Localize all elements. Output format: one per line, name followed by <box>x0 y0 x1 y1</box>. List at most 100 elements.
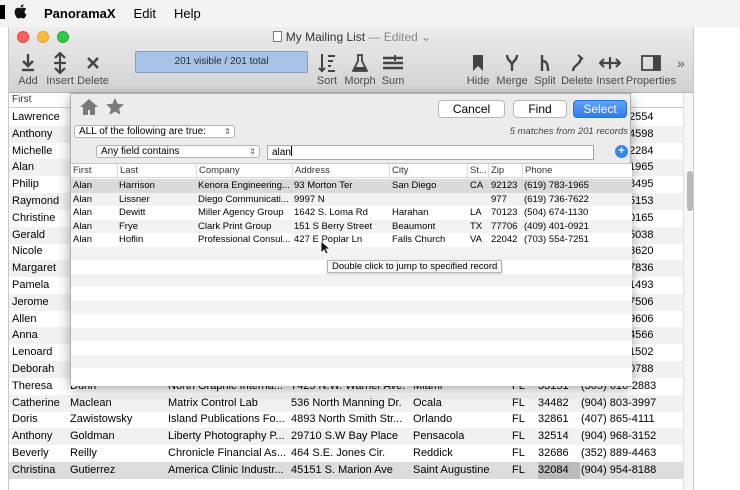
last-cell: Gutierrez <box>70 463 116 476</box>
phone-cell: 8495 <box>629 178 654 191</box>
morph-label: Morph <box>344 75 376 87</box>
insert-field-label: Insert <box>596 75 624 87</box>
result-phone-cell: (409) 401-0921 <box>524 220 589 232</box>
first-column-header[interactable]: First <box>12 94 31 105</box>
empty-row <box>71 246 632 260</box>
document-icon <box>272 31 282 42</box>
table-row[interactable]: Doris Zawistowsky Island Publications Fo..… <box>9 411 683 428</box>
add-label: Add <box>18 75 38 87</box>
first-cell: Deborah <box>12 363 55 375</box>
zip-cell: 32084 <box>538 461 580 479</box>
properties-label: Properties <box>625 75 677 87</box>
window-title-text: My Mailing List <box>285 30 366 44</box>
search-input-value: alan <box>272 147 291 158</box>
result-row[interactable]: Alan Lissner Diego Communicati... 9997 N 977… <box>71 192 632 206</box>
first-cell: Theresa <box>12 379 53 392</box>
city-cell: Saint Augustine <box>413 463 490 476</box>
text-caret <box>290 146 292 156</box>
first-cell: Nicole <box>12 245 43 258</box>
col-address[interactable]: Address <box>292 164 389 177</box>
result-city-cell: Harahan <box>392 207 429 218</box>
find-button[interactable]: Find <box>513 100 567 118</box>
result-phone-cell: (703) 554-7251 <box>524 234 589 245</box>
sum-button[interactable]: Sum <box>372 49 414 87</box>
phone-cell: 8620 <box>629 245 654 258</box>
help-menu[interactable]: Help <box>165 6 210 21</box>
table-row[interactable]: Anthony Goldman Liberty Photography P... 29… <box>9 428 683 446</box>
zip-cell: 34482 <box>538 396 569 409</box>
split-label: Split <box>534 75 556 87</box>
select-button[interactable]: Select <box>573 100 627 118</box>
add-criteria-button[interactable]: + <box>615 145 628 158</box>
first-cell: Anthony <box>12 127 53 140</box>
vertical-scrollbar[interactable] <box>683 93 693 490</box>
phone-cell: 1502 <box>629 346 654 359</box>
first-cell: Allen <box>12 312 37 325</box>
zip-cell: 32514 <box>538 430 569 443</box>
result-row[interactable]: Alan Harrison Kenora Engineering... 93 Mort… <box>71 179 632 193</box>
result-city-cell: Falls Church <box>392 234 446 245</box>
first-cell: Beverly <box>12 447 49 459</box>
result-city-cell: Beaumont <box>392 220 436 232</box>
first-cell: Pamela <box>12 279 50 291</box>
match-mode-popup[interactable]: ALL of the following are true: ⇕ <box>74 125 235 138</box>
scrollbar-thumb[interactable] <box>687 171 693 211</box>
table-row[interactable]: Catherine Maclean Matrix Control Lab 536 No… <box>9 394 683 412</box>
title-menu-chevron-icon[interactable]: ⌄ <box>421 30 431 44</box>
last-cell: Reilly <box>70 447 97 459</box>
company-cell: Chronicle Financial As... <box>168 447 286 459</box>
apple-menu-icon[interactable] <box>0 4 35 23</box>
home-icon[interactable] <box>79 98 99 121</box>
address-cell: 45151 S. Marion Ave <box>291 463 393 476</box>
table-row[interactable]: Beverly Reilly Chronicle Financial As... 46… <box>9 445 683 462</box>
result-row[interactable]: Alan Hoflin Professional Consul... 427 E Po… <box>71 233 632 247</box>
col-last[interactable]: Last <box>117 164 196 177</box>
result-company-cell: Clark Print Group <box>198 220 272 232</box>
result-company-cell: Professional Consul... <box>198 234 291 245</box>
cancel-button[interactable]: Cancel <box>438 100 505 118</box>
find-select-sheet: Cancel Find Select ALL of the following … <box>70 93 632 386</box>
star-icon[interactable] <box>105 97 125 121</box>
result-last-cell: Lissner <box>119 193 150 205</box>
phone-cell: 4566 <box>629 329 654 342</box>
result-address-cell: 1642 S. Loma Rd <box>294 207 368 218</box>
result-phone-cell: (619) 783-1965 <box>524 180 589 191</box>
phone-cell: 4598 <box>629 127 654 140</box>
menu-bar: PanoramaX Edit Help <box>0 0 740 27</box>
phone-cell: (904) 954-8188 <box>581 463 657 476</box>
result-row[interactable]: Alan Dewitt Miller Agency Group 1642 S. Lom… <box>71 206 632 220</box>
col-state[interactable]: St... <box>467 164 488 177</box>
merge-label: Merge <box>496 75 528 87</box>
first-cell: Christina <box>12 463 56 476</box>
window-title: My Mailing List — Edited ⌄ <box>9 30 693 44</box>
first-cell: Gerald <box>12 228 46 241</box>
first-cell: Michelle <box>12 144 53 157</box>
col-phone[interactable]: Phone <box>522 164 632 177</box>
first-cell: Anthony <box>12 430 53 443</box>
field-condition-popup[interactable]: Any field contains ⇕ <box>96 145 260 158</box>
result-phone-cell: (504) 674-1130 <box>524 207 589 218</box>
app-menu[interactable]: PanoramaX <box>35 6 125 21</box>
col-city[interactable]: City <box>389 164 467 177</box>
properties-button[interactable]: Properties <box>625 49 677 87</box>
popup-arrows-icon: ⇕ <box>224 127 231 136</box>
col-zip[interactable]: Zip <box>488 164 522 177</box>
search-input[interactable]: alan <box>267 145 594 160</box>
zip-cell: 32686 <box>538 447 569 459</box>
state-cell: FL <box>512 430 525 443</box>
table-row[interactable]: Christina Gutierrez America Clinic Industr… <box>9 461 683 479</box>
result-first-cell: Alan <box>73 207 93 218</box>
edit-menu[interactable]: Edit <box>125 6 165 21</box>
mouse-pointer-icon <box>320 240 332 260</box>
delete-record-button[interactable]: Delete <box>72 49 114 87</box>
match-count-text: 5 matches from 201 records <box>509 126 628 137</box>
toolbar-overflow-chevron-icon[interactable]: » <box>677 55 685 71</box>
phone-cell: 7836 <box>629 262 654 275</box>
col-company[interactable]: Company <box>196 164 292 177</box>
selection-summary-button[interactable]: 201 visible / 201 total <box>135 51 308 73</box>
result-row[interactable]: Alan Frye Clark Print Group 151 S Berry Str… <box>71 219 632 233</box>
result-last-cell: Dewitt <box>119 207 146 218</box>
col-first[interactable]: First <box>71 164 117 177</box>
edited-status[interactable]: — Edited <box>368 30 417 44</box>
result-first-cell: Alan <box>73 180 93 191</box>
